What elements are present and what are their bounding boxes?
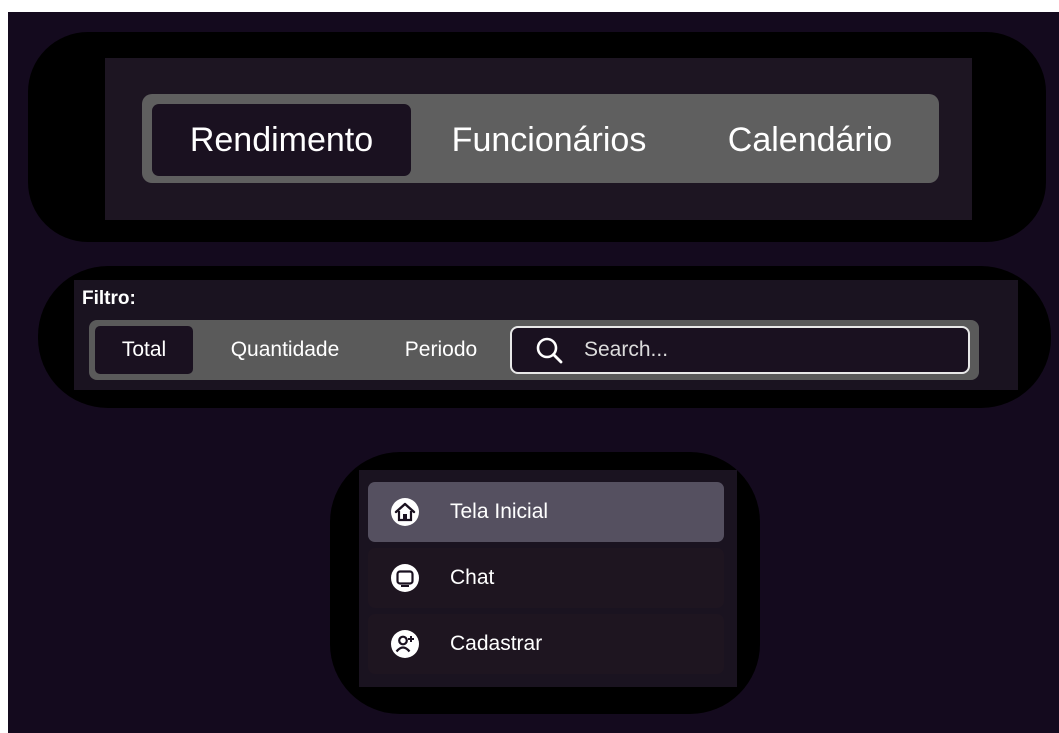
tab-rendimento[interactable]: Rendimento: [152, 104, 411, 176]
search-input[interactable]: [584, 338, 956, 362]
menu-item-cadastrar[interactable]: Cadastrar: [368, 614, 724, 674]
menu-item-tela-inicial[interactable]: Tela Inicial: [368, 482, 724, 542]
filter-option-quantidade[interactable]: Quantidade: [200, 326, 370, 374]
search-icon[interactable]: [532, 333, 566, 367]
menu-item-chat[interactable]: Chat: [368, 548, 724, 608]
add-user-icon: [390, 629, 420, 659]
tab-funcionarios[interactable]: Funcionários: [420, 104, 678, 176]
tab-calendario[interactable]: Calendário: [688, 104, 932, 176]
menu-item-label: Tela Inicial: [450, 500, 549, 523]
search-box[interactable]: [510, 326, 970, 374]
chat-icon: [390, 563, 420, 593]
menu-item-label: Chat: [450, 566, 495, 589]
filter-label: Filtro:: [82, 288, 136, 309]
menu-item-label: Cadastrar: [450, 632, 543, 655]
home-icon: [390, 497, 420, 527]
filter-option-total[interactable]: Total: [95, 326, 193, 374]
filter-option-periodo[interactable]: Periodo: [380, 326, 502, 374]
